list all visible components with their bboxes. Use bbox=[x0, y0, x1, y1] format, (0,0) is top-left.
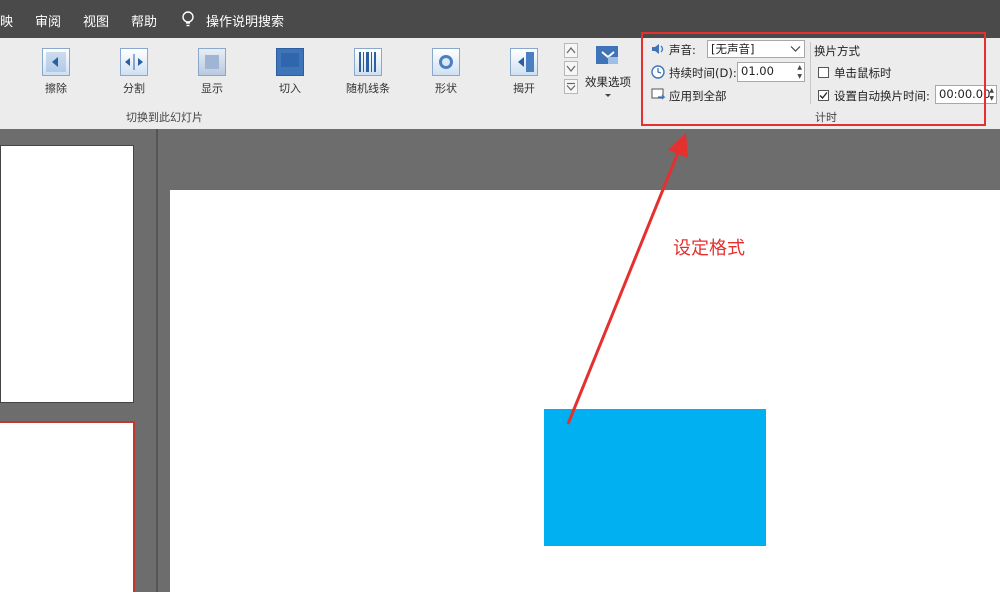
dropdown-arrow-icon bbox=[605, 94, 611, 97]
slide-thumbnail-2[interactable] bbox=[0, 421, 135, 592]
uncover-icon bbox=[510, 48, 538, 76]
shape-icon bbox=[432, 48, 460, 76]
gallery-scroll-down[interactable] bbox=[564, 61, 578, 76]
transition-reveal-label: 显示 bbox=[201, 82, 223, 95]
tell-me-search[interactable]: 操作说明搜索 bbox=[206, 11, 284, 30]
gallery-expand-icon bbox=[566, 82, 576, 91]
cut-icon bbox=[276, 48, 304, 76]
menu-view[interactable]: 视图 bbox=[83, 11, 109, 30]
transition-random-bars-label: 随机线条 bbox=[346, 82, 390, 95]
menu-slideshow[interactable]: 映 bbox=[0, 11, 13, 30]
effect-options-button[interactable]: 效果选项 bbox=[581, 44, 635, 98]
pane-splitter[interactable] bbox=[156, 129, 158, 592]
spin-up-icon[interactable]: ▲ bbox=[989, 88, 994, 94]
transition-group-label: 切换到此幻灯片 bbox=[126, 111, 203, 124]
transition-cut[interactable]: 切入 bbox=[260, 48, 320, 96]
wipe-icon bbox=[42, 48, 70, 76]
transition-wipe-label: 擦除 bbox=[45, 82, 67, 95]
lightbulb-icon bbox=[182, 11, 194, 27]
gallery-scroll-up[interactable] bbox=[564, 43, 578, 58]
chevron-down-icon bbox=[566, 65, 576, 72]
highlight-box bbox=[641, 32, 986, 126]
transition-uncover-label: 揭开 bbox=[513, 82, 535, 95]
slide-thumbnail-1[interactable] bbox=[0, 145, 134, 403]
effect-options-icon bbox=[596, 46, 618, 64]
random-bars-icon bbox=[354, 48, 382, 76]
split-icon bbox=[120, 48, 148, 76]
transition-cut-label: 切入 bbox=[279, 82, 301, 95]
transition-reveal[interactable]: 显示 bbox=[182, 48, 242, 96]
blue-rectangle-shape[interactable] bbox=[544, 409, 766, 546]
transition-uncover[interactable]: 揭开 bbox=[494, 48, 554, 96]
gallery-more-button[interactable] bbox=[564, 79, 578, 94]
transition-shape[interactable]: 形状 bbox=[416, 48, 476, 96]
transition-wipe[interactable]: 擦除 bbox=[26, 48, 86, 96]
transition-split[interactable]: 分割 bbox=[104, 48, 164, 96]
transition-random-bars[interactable]: 随机线条 bbox=[338, 48, 398, 96]
annotation-text: 设定格式 bbox=[673, 238, 745, 259]
transition-shape-label: 形状 bbox=[435, 82, 457, 95]
effect-options-label: 效果选项 bbox=[585, 75, 631, 89]
transition-split-label: 分割 bbox=[123, 82, 145, 95]
menu-review[interactable]: 审阅 bbox=[35, 11, 61, 30]
spin-down-icon[interactable]: ▼ bbox=[989, 96, 994, 102]
menu-help[interactable]: 帮助 bbox=[131, 11, 157, 30]
chevron-up-icon bbox=[566, 47, 576, 54]
reveal-icon bbox=[198, 48, 226, 76]
